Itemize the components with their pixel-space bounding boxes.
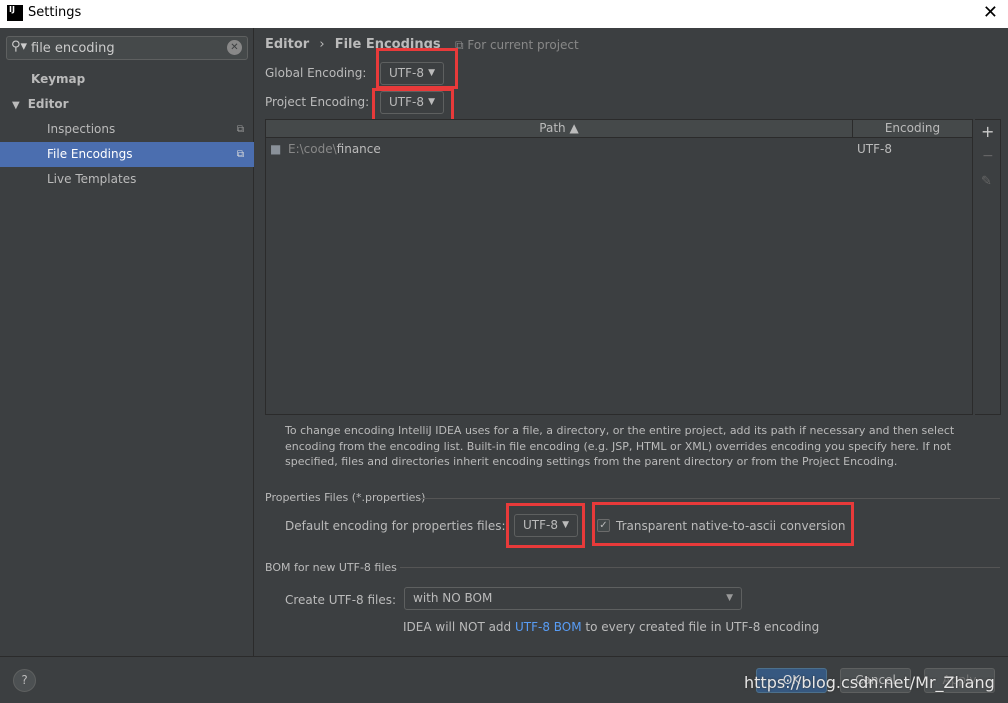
path-prefix: E:\code\ (288, 142, 337, 156)
sidebar-item-inspections[interactable]: Inspections ⧉ (0, 117, 254, 142)
sidebar-item-file-encodings[interactable]: File Encodings ⧉ (0, 142, 254, 167)
project-encoding-label: Project Encoding: (265, 95, 370, 109)
add-icon[interactable]: + (981, 122, 994, 141)
search-value: file encoding (31, 41, 115, 56)
project-scope-icon: ⧉ (236, 149, 244, 160)
project-scope-icon: ⧉ (236, 124, 244, 135)
sidebar-item-editor[interactable]: ▼ Editor (0, 92, 254, 117)
edit-icon[interactable]: ✎ (981, 174, 992, 189)
annotation-box (592, 502, 854, 546)
dropdown-value: with NO BOM (413, 591, 493, 605)
column-header-encoding[interactable]: Encoding (853, 120, 972, 138)
divider (400, 567, 1000, 568)
bom-note-text: to every created file in UTF-8 encoding (581, 620, 820, 634)
folder-icon: ■ (270, 142, 282, 156)
sidebar-item-live-templates[interactable]: Live Templates (0, 167, 254, 192)
remove-icon[interactable]: − (982, 148, 994, 164)
expand-arrow-icon[interactable]: ▼ (12, 100, 20, 111)
annotation-box (376, 48, 458, 89)
sidebar-item-label: Inspections (47, 122, 116, 136)
breadcrumb-parent: Editor (265, 37, 310, 52)
create-utf8-label: Create UTF-8 files: (285, 593, 397, 607)
scope-label: For current project (467, 38, 579, 52)
chevron-down-icon: ▼ (726, 593, 733, 603)
sidebar: ⚲▾ file encoding ✕ Keymap ▼ Editor Inspec… (0, 28, 254, 656)
column-header-path[interactable]: Path ▲ (266, 120, 853, 138)
properties-encoding-label: Default encoding for properties files: (285, 519, 506, 533)
breadcrumb-separator: › (319, 37, 325, 52)
bom-group-title: BOM for new UTF-8 files (265, 561, 397, 574)
footer-divider (0, 656, 1008, 657)
scope-hint: ⧉ For current project (455, 38, 579, 53)
global-encoding-label: Global Encoding: (265, 66, 367, 80)
sidebar-item-label: Live Templates (47, 172, 137, 186)
table-header: Path ▲ Encoding (266, 120, 972, 138)
row-encoding[interactable]: UTF-8 (857, 139, 892, 159)
window-title: Settings (28, 5, 82, 20)
annotation-box (506, 503, 585, 548)
help-button[interactable]: ? (13, 669, 36, 692)
help-text: To change encoding IntelliJ IDEA uses fo… (285, 424, 955, 468)
divider (420, 498, 1000, 499)
encoding-table: Path ▲ Encoding ■ E:\code\finance UTF-8 (265, 119, 973, 415)
utf8-bom-link[interactable]: UTF-8 BOM (515, 620, 582, 634)
sidebar-item-label: Keymap (31, 72, 86, 86)
search-icon: ⚲▾ (11, 39, 28, 54)
bom-dropdown[interactable]: with NO BOM ▼ (404, 587, 742, 610)
close-icon[interactable]: ✕ (983, 2, 998, 23)
sidebar-item-label: File Encodings (47, 147, 133, 161)
search-input[interactable]: ⚲▾ file encoding ✕ (6, 36, 248, 60)
bom-note: IDEA will NOT add UTF-8 BOM to every cre… (403, 620, 819, 634)
path-name: finance (336, 142, 381, 156)
bom-note-text: IDEA will NOT add (403, 620, 515, 634)
properties-group-title: Properties Files (*.properties) (265, 491, 426, 504)
table-toolbar: + − ✎ (975, 119, 1001, 415)
watermark: https://blog.csdn.net/Mr_Zhang (744, 673, 995, 692)
table-row[interactable]: ■ E:\code\finance UTF-8 (266, 139, 972, 159)
app-logo-icon: IJ (7, 5, 23, 21)
sidebar-item-label: Editor (27, 97, 69, 111)
title-bar: IJ Settings ✕ (0, 0, 1008, 28)
clear-search-icon[interactable]: ✕ (227, 40, 242, 55)
sidebar-item-keymap[interactable]: Keymap (0, 67, 254, 92)
